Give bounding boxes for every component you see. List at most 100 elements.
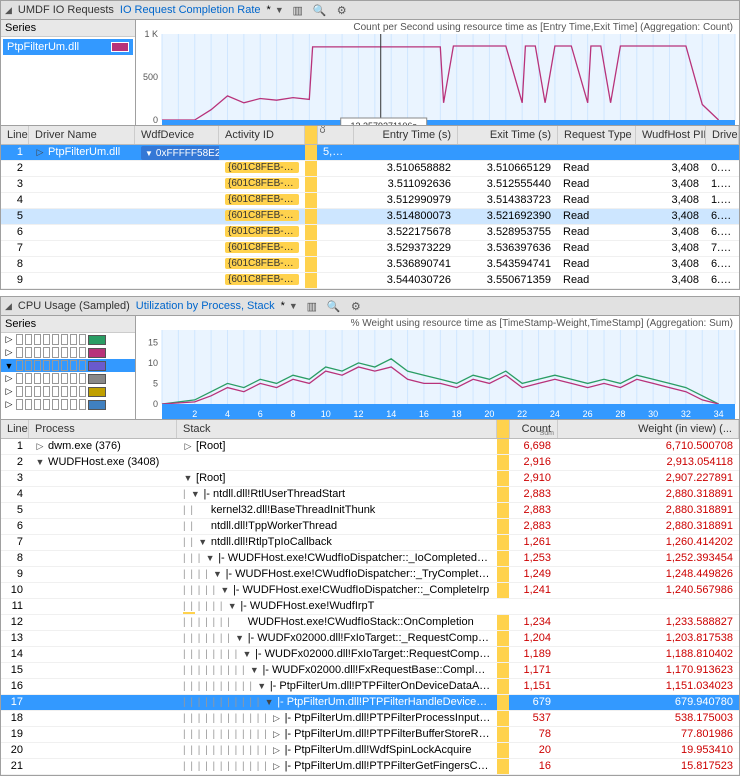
io-title-right[interactable]: IO Request Completion Rate [120, 4, 261, 16]
cpu-title-left: CPU Usage (Sampled) [18, 300, 130, 312]
col-entry[interactable]: Entry Time (s) [354, 126, 458, 144]
svg-text:14: 14 [386, 409, 396, 419]
svg-text:0: 0 [153, 399, 158, 409]
series-mini-row[interactable]: ▷ [1, 346, 135, 359]
table-row[interactable]: 8{601C8FEB-3A8E-0...3.5368907413.5435947… [1, 257, 739, 273]
col-weight[interactable]: Weight (in view) (... [558, 420, 739, 438]
svg-text:15: 15 [148, 337, 158, 347]
col-line[interactable]: Line # [1, 126, 29, 144]
svg-text:28: 28 [615, 409, 625, 419]
dropdown-icon[interactable]: ▼ [289, 301, 298, 311]
svg-text:500: 500 [143, 72, 158, 82]
table-row[interactable]: 13| | | | | | | ▼ |- WUDFx02000.dll!FxIo… [1, 631, 739, 647]
table-row[interactable]: 19| | | | | | | | | | | | ▷ |- PtpFilter… [1, 727, 739, 743]
table-row[interactable]: 1▷ dwm.exe (376)▷ [Root]6,6986,710.50070… [1, 439, 739, 455]
svg-text:20: 20 [484, 409, 494, 419]
series-header: Series [1, 316, 135, 333]
svg-text:6: 6 [258, 409, 263, 419]
series-item-ptpfilter[interactable]: PtpFilterUm.dll [3, 39, 133, 55]
cpu-grid-header: Line # Process Stack Count Sum Weight (i… [1, 420, 739, 439]
series-mini-row[interactable]: ▷ [1, 385, 135, 398]
io-chart-caption: Count per Second using resource time as … [353, 22, 733, 33]
col-exit[interactable]: Exit Time (s) [458, 126, 558, 144]
series-mini-row[interactable]: ▷ [1, 398, 135, 411]
cpu-caret-icon[interactable]: ◢ [5, 301, 12, 312]
gear-icon[interactable]: ⚙ [348, 298, 364, 314]
table-row[interactable]: 16| | | | | | | | | | ▼ |- PtpFilterUm.d… [1, 679, 739, 695]
table-row[interactable]: 12| | | | | | | WUDFHost.exe!CWudfIoStac… [1, 615, 739, 631]
svg-text:32: 32 [681, 409, 691, 419]
col-driver[interactable]: Driver Name [29, 126, 135, 144]
col-count[interactable]: Count [318, 126, 354, 144]
table-row[interactable]: 4{601C8FEB-3A8E-0...3.5129909793.5143837… [1, 193, 739, 209]
io-series-pane: Series PtpFilterUm.dll [1, 20, 136, 125]
col-pid[interactable]: WudfHost PID [636, 126, 706, 144]
cpu-chart-caption: % Weight using resource time as [TimeSta… [351, 318, 733, 329]
table-row[interactable]: 7| | ▼ ntdll.dll!RtlpTpIoCallback1,2611,… [1, 535, 739, 551]
svg-text:8: 8 [290, 409, 295, 419]
cpu-series-pane: Series ▷▷▼▷▷▷ [1, 316, 136, 419]
table-row[interactable]: 14| | | | | | | | ▼ |- WUDFx02000.dll!Fx… [1, 647, 739, 663]
col-activity[interactable]: Activity ID [219, 126, 305, 144]
svg-text:5: 5 [153, 378, 158, 388]
svg-text:34: 34 [714, 409, 724, 419]
table-row[interactable]: 5{601C8FEB-3A8E-0...3.5148000733.5216923… [1, 209, 739, 225]
table-row[interactable]: 5| | kernel32.dll!BaseThreadInitThunk2,8… [1, 503, 739, 519]
table-row[interactable]: 15| | | | | | | | | ▼ |- WUDFx02000.dll!… [1, 663, 739, 679]
svg-text:16: 16 [419, 409, 429, 419]
cpu-chart[interactable]: % Weight using resource time as [TimeSta… [136, 316, 739, 419]
table-row[interactable]: 2{601C8FEB-3A8E-0...3.5106588823.5106651… [1, 161, 739, 177]
col-line[interactable]: Line # [1, 420, 29, 438]
table-row[interactable]: 20| | | | | | | | | | | | ▷ |- PtpFilter… [1, 743, 739, 759]
svg-text:22: 22 [517, 409, 527, 419]
table-row[interactable]: 17| | | | | | | | | | | ▼ |- PtpFilterUm… [1, 695, 739, 711]
series-mini-row[interactable]: ▷ [1, 372, 135, 385]
chart-tool-icon[interactable]: ▥ [304, 298, 320, 314]
col-wdf[interactable]: WdfDevice [135, 126, 219, 144]
col-duration[interactable]: Driver Owned Duration (ms) [706, 126, 739, 144]
svg-text:30: 30 [648, 409, 658, 419]
table-row[interactable]: 6{601C8FEB-3A8E-0...3.5221756783.5289537… [1, 225, 739, 241]
svg-text:10: 10 [321, 409, 331, 419]
svg-text:18: 18 [452, 409, 462, 419]
series-header: Series [1, 20, 135, 37]
svg-text:10: 10 [148, 358, 158, 368]
io-caret-icon[interactable]: ◢ [5, 5, 12, 16]
table-row[interactable]: 2▼ WUDFHost.exe (3408)2,9162,913.054118 [1, 455, 739, 471]
table-row[interactable]: 9{601C8FEB-3A8E-0...3.5440307263.5506713… [1, 273, 739, 289]
table-row[interactable]: 10| | | | | ▼ |- WUDFHost.exe!CWudfIoDis… [1, 583, 739, 599]
io-chart[interactable]: Count per Second using resource time as … [136, 20, 739, 125]
search-icon[interactable]: 🔍 [312, 2, 328, 18]
table-row[interactable]: 21| | | | | | | | | | | | ▷ |- PtpFilter… [1, 759, 739, 775]
io-grid: Line # Driver Name WdfDevice Activity ID… [0, 126, 740, 290]
col-reqtype[interactable]: Request Type [558, 126, 636, 144]
table-row[interactable]: 3{601C8FEB-3A8E-0...3.5110926363.5125554… [1, 177, 739, 193]
gear-icon[interactable]: ⚙ [334, 2, 350, 18]
cpu-panel-titlebar: ◢ CPU Usage (Sampled) Utilization by Pro… [0, 296, 740, 316]
table-row[interactable]: 6| | ntdll.dll!TppWorkerThread2,8832,880… [1, 519, 739, 535]
col-stack[interactable]: Stack [177, 420, 497, 438]
table-row[interactable]: 9| | | | ▼ |- WUDFHost.exe!CWudfIoDispat… [1, 567, 739, 583]
chart-tool-icon[interactable]: ▥ [290, 2, 306, 18]
io-grid-header: Line # Driver Name WdfDevice Activity ID… [1, 126, 739, 145]
series-mini-row[interactable]: ▷ [1, 333, 135, 346]
svg-text:12: 12 [353, 409, 363, 419]
col-count[interactable]: Count Sum [510, 420, 558, 438]
table-row[interactable]: 11| | | | | | ▼ |- WUDFHost.exe!WudfIrpT… [1, 599, 739, 615]
svg-text:0: 0 [153, 115, 158, 125]
io-title-left: UMDF IO Requests [18, 4, 114, 16]
series-mini-row[interactable]: ▼ [1, 359, 135, 372]
series-item-label: PtpFilterUm.dll [7, 41, 79, 53]
svg-text:4: 4 [225, 409, 230, 419]
cpu-title-right[interactable]: Utilization by Process, Stack [136, 300, 275, 312]
col-process[interactable]: Process [29, 420, 177, 438]
table-row[interactable]: 3▼ [Root]2,9102,907.227891 [1, 471, 739, 487]
search-icon[interactable]: 🔍 [326, 298, 342, 314]
table-row[interactable]: 8| | | ▼ |- WUDFHost.exe!CWudfIoDispatch… [1, 551, 739, 567]
dropdown-icon[interactable]: ▼ [275, 5, 284, 15]
table-row[interactable]: 4| ▼ |- ntdll.dll!RtlUserThreadStart2,88… [1, 487, 739, 503]
table-row[interactable]: 1▷ PtpFilterUm.dll▼0xFFFFF58E2DFB...5,83… [1, 145, 739, 161]
table-row[interactable]: 7{601C8FEB-3A8E-0...3.5293732293.5363976… [1, 241, 739, 257]
series-swatch [111, 42, 129, 52]
table-row[interactable]: 18| | | | | | | | | | | | ▷ |- PtpFilter… [1, 711, 739, 727]
